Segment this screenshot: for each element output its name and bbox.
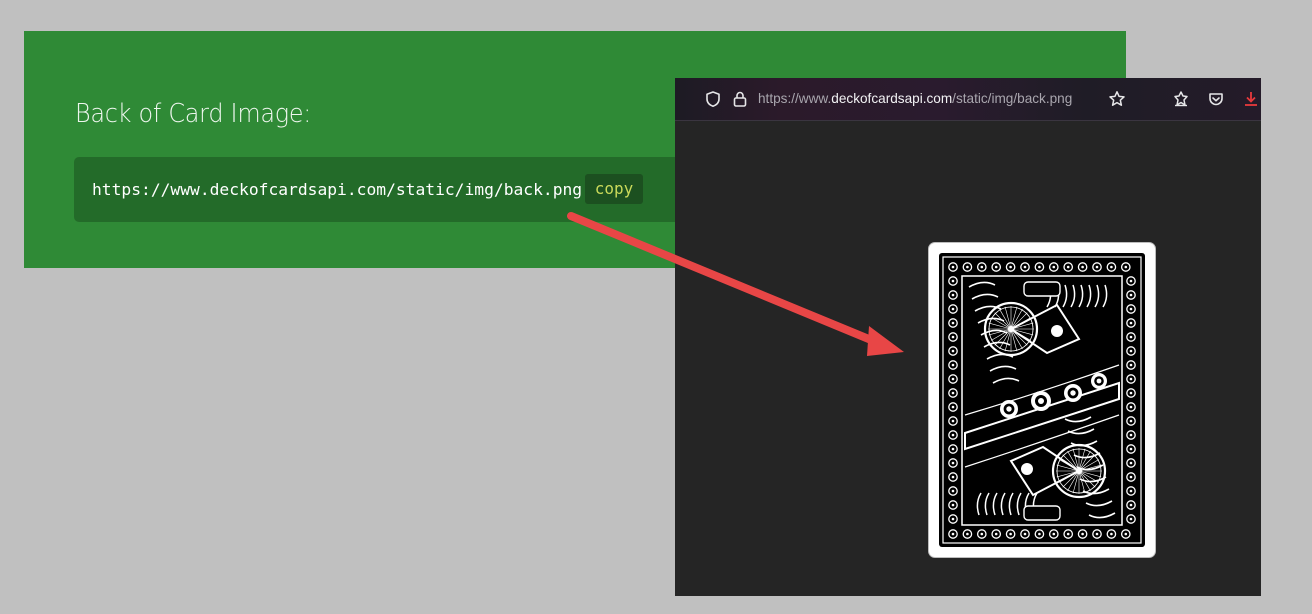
code-url-text[interactable]: https://www.deckofcardsapi.com/static/im…	[92, 180, 582, 199]
card-back-image	[928, 242, 1156, 558]
address-bar-url[interactable]: https://www.deckofcardsapi.com/static/im…	[758, 91, 1072, 106]
pocket-icon[interactable]	[1207, 90, 1225, 108]
image-viewport	[675, 121, 1261, 596]
url-path: /static/img/back.png	[952, 91, 1073, 106]
shield-icon[interactable]	[704, 90, 722, 108]
lock-icon[interactable]	[731, 90, 749, 108]
download-icon[interactable]	[1242, 90, 1260, 108]
browser-window-screenshot: https://www.deckofcardsapi.com/static/im…	[675, 78, 1261, 596]
section-title: Back of Card Image:	[75, 99, 312, 129]
code-snippet-box: https://www.deckofcardsapi.com/static/im…	[74, 157, 714, 222]
browser-toolbar: https://www.deckofcardsapi.com/static/im…	[675, 78, 1261, 121]
url-prefix: https://www.	[758, 91, 832, 106]
extensions-icon[interactable]	[1172, 90, 1190, 108]
copy-button[interactable]: copy	[585, 174, 643, 204]
card-back-artwork	[939, 253, 1145, 547]
bookmark-star-icon[interactable]	[1108, 90, 1126, 108]
url-domain: deckofcardsapi.com	[831, 91, 953, 106]
